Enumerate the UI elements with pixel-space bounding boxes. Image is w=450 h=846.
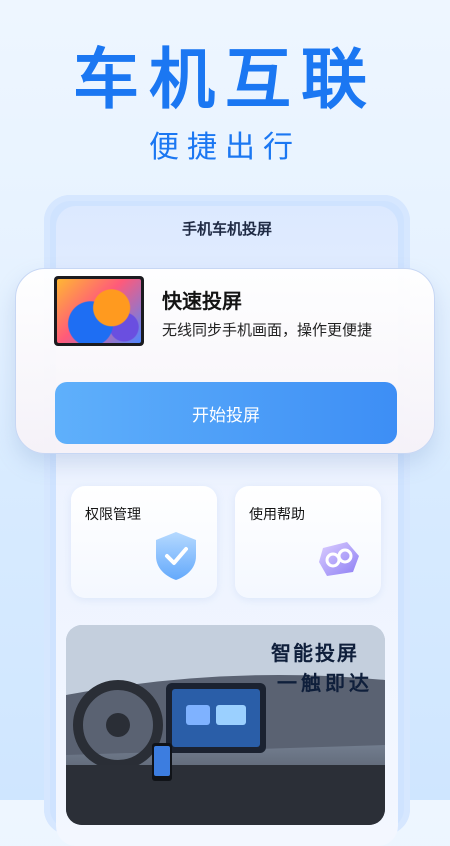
usage-help-label: 使用帮助 <box>249 507 305 523</box>
start-cast-button[interactable]: 开始投屏 <box>55 382 397 444</box>
promo-banner[interactable]: 智能投屏 一触即达 <box>66 625 385 825</box>
hero-title: 车机互联 <box>73 41 377 118</box>
hero-subtitle: 便捷出行 <box>149 130 301 165</box>
usage-help-card[interactable]: 使用帮助 <box>235 486 381 598</box>
phone-page-title: 手机车机投屏 <box>181 220 272 238</box>
link-icon <box>319 542 359 576</box>
shield-check-icon <box>156 532 196 580</box>
permission-management-label: 权限管理 <box>85 507 141 523</box>
tablet-screen <box>57 279 141 343</box>
banner-title-line1: 智能投屏 <box>271 641 359 665</box>
tablet-illustration <box>54 276 144 346</box>
quick-cast-title: 快速投屏 <box>162 289 242 313</box>
permission-management-card[interactable]: 权限管理 <box>71 486 217 598</box>
banner-title-line2: 一触即达 <box>277 671 373 695</box>
quick-cast-description: 无线同步手机画面，操作更便捷 <box>162 321 373 339</box>
